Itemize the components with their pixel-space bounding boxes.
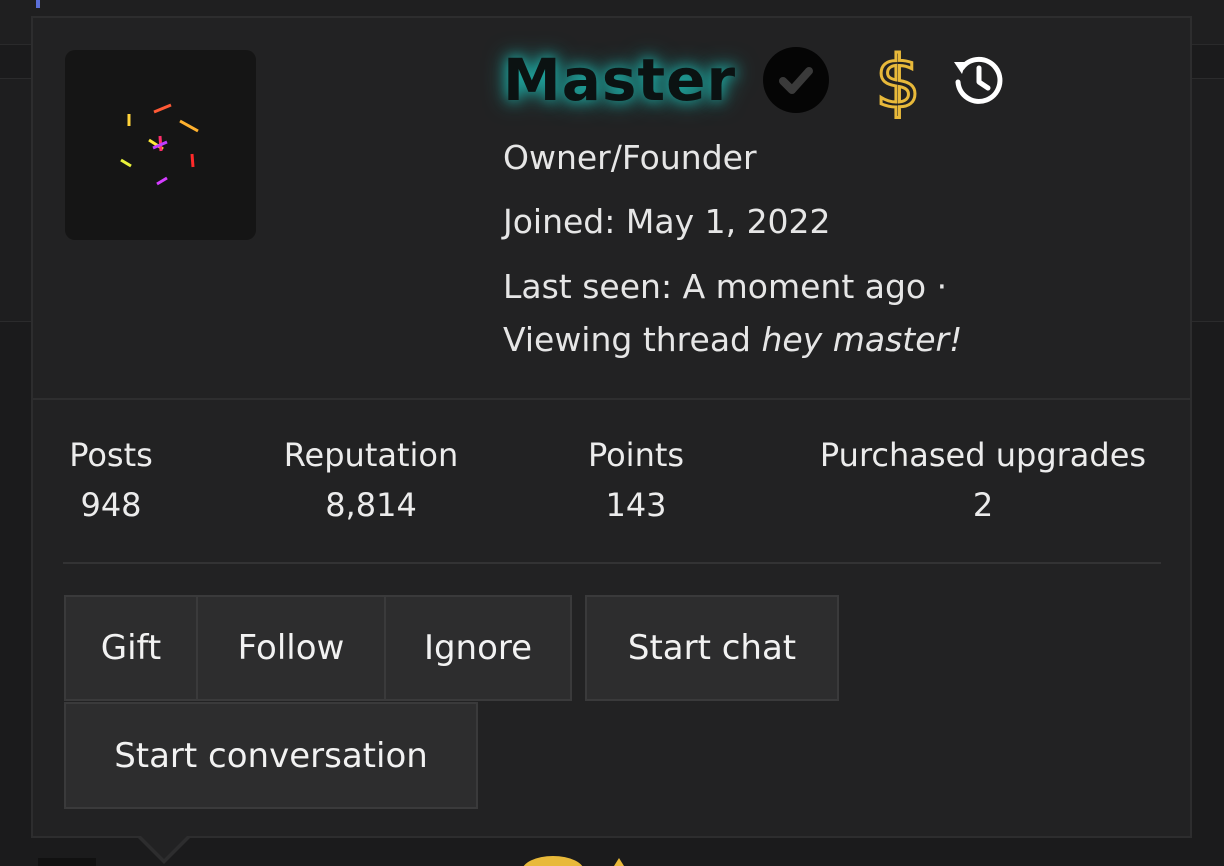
user-title: Owner/Founder	[503, 138, 757, 177]
activity-thread-link[interactable]: hey master!	[762, 320, 963, 359]
stat-points[interactable]: Points 143	[573, 436, 699, 524]
current-activity: Viewing thread hey master!	[503, 320, 962, 359]
stat-purchased-upgrades[interactable]: Purchased upgrades 2	[803, 436, 1163, 524]
stats-divider	[63, 562, 1161, 564]
ignore-button[interactable]: Ignore	[384, 595, 572, 701]
name-row: Master $	[503, 40, 1006, 120]
stat-label: Reputation	[283, 436, 459, 474]
dollar-icon: $	[874, 41, 923, 119]
joined-date: Joined: May 1, 2022	[503, 202, 831, 241]
history-icon	[954, 56, 1003, 104]
stat-value: 948	[80, 486, 142, 524]
stat-label: Posts	[69, 436, 153, 474]
avatar-image	[120, 103, 199, 186]
last-seen-label: Last seen:	[503, 267, 673, 306]
joined-label: Joined:	[503, 202, 616, 241]
svg-text:$: $	[875, 41, 921, 119]
activity-prefix: Viewing thread	[503, 320, 751, 359]
page: Master $ Owner/Founder Joined: May 1, 20…	[0, 0, 1224, 866]
joined-value: May 1, 2022	[625, 202, 831, 241]
stat-value: 8,814	[325, 486, 417, 524]
member-tooltip-card: Master $ Owner/Founder Joined: May 1, 20…	[31, 16, 1192, 838]
stat-label: Purchased upgrades	[819, 436, 1147, 474]
gift-button[interactable]: Gift	[64, 595, 198, 701]
follow-button[interactable]: Follow	[196, 595, 386, 701]
stat-label: Points	[587, 436, 685, 474]
username-link[interactable]: Master	[503, 46, 736, 114]
verified-check-icon	[763, 47, 830, 113]
header-divider	[33, 398, 1190, 400]
avatar[interactable]	[65, 50, 256, 240]
background-mark	[614, 858, 624, 866]
background-accent-bar	[36, 0, 40, 8]
stat-posts[interactable]: Posts 948	[57, 436, 165, 524]
stat-reputation[interactable]: Reputation 8,814	[271, 436, 471, 524]
stat-value: 2	[972, 486, 994, 524]
background-element	[38, 858, 96, 866]
background-coin-icon	[522, 856, 584, 866]
start-chat-button[interactable]: Start chat	[585, 595, 839, 701]
last-seen-value: A moment ago ·	[682, 267, 948, 306]
last-seen: Last seen: A moment ago ·	[503, 267, 947, 306]
stat-value: 143	[605, 486, 667, 524]
user-title-text: Owner/Founder	[503, 138, 757, 177]
popup-pointer-inner	[141, 836, 187, 859]
start-conversation-button[interactable]: Start conversation	[64, 702, 478, 809]
